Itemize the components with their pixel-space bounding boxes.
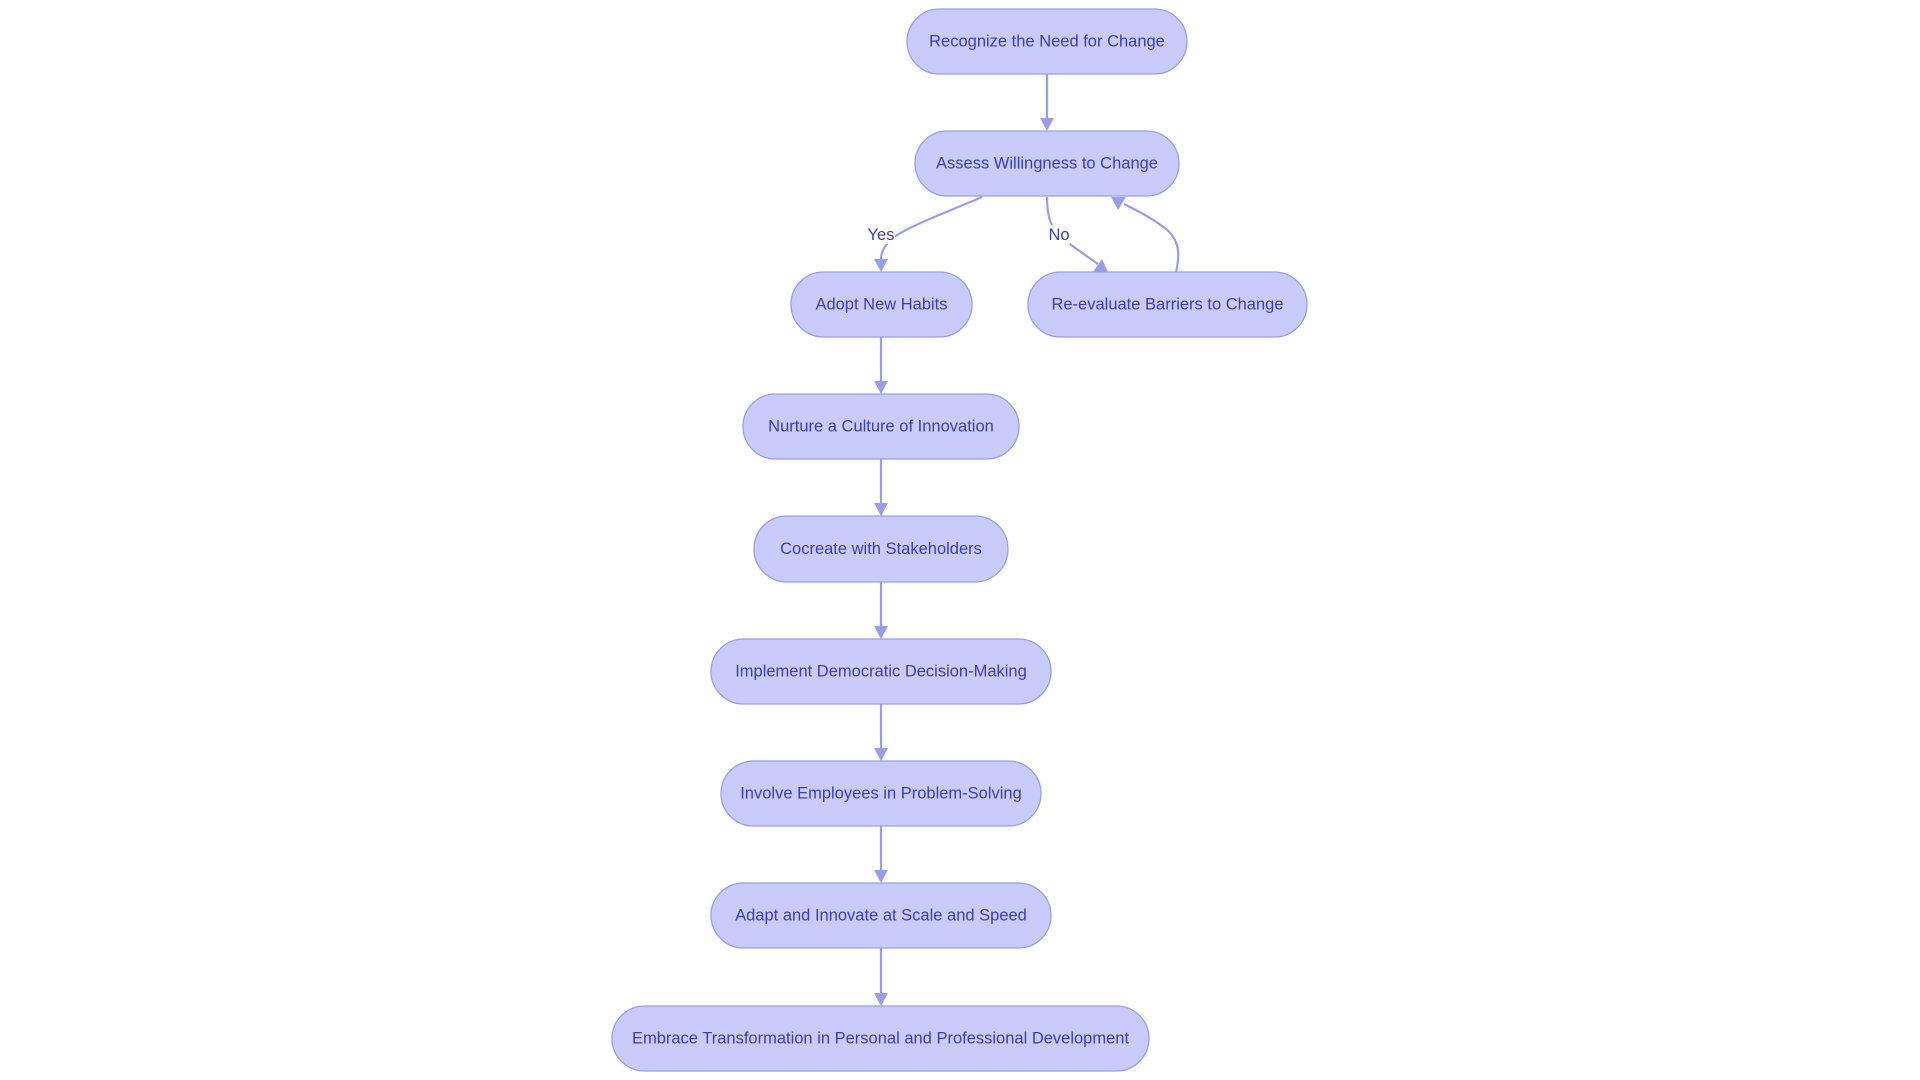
flowchart-diagram: Yes No Recognize the Need for Change Ass… bbox=[611, 8, 1308, 1072]
edge-line bbox=[1123, 203, 1180, 273]
node-label: Recognize the Need for Change bbox=[929, 33, 1165, 51]
arrowhead-icon bbox=[874, 993, 888, 1006]
node-implement-democratic-decision-making[interactable]: Implement Democratic Decision-Making bbox=[710, 638, 1052, 705]
node-label: Adopt New Habits bbox=[815, 296, 947, 314]
arrowhead-icon bbox=[1111, 197, 1126, 210]
edge-nurture-to-cocreate bbox=[874, 459, 888, 516]
node-cocreate-with-stakeholders[interactable]: Cocreate with Stakeholders bbox=[753, 515, 1009, 583]
node-label: Assess Willingness to Change bbox=[936, 155, 1158, 173]
node-nurture-culture-of-innovation[interactable]: Nurture a Culture of Innovation bbox=[742, 393, 1020, 460]
edge-reevaluate-to-assess bbox=[1111, 197, 1180, 273]
edge-adapt-to-embrace bbox=[874, 948, 888, 1006]
edge-label-text: Yes bbox=[868, 226, 895, 244]
edge-recognize-to-assess bbox=[1040, 74, 1054, 131]
edge-involve-to-adapt bbox=[874, 826, 888, 883]
edge-implement-to-involve bbox=[874, 704, 888, 761]
edge-label-no: No bbox=[1048, 225, 1070, 244]
node-label: Adapt and Innovate at Scale and Speed bbox=[735, 907, 1027, 925]
node-label: Involve Employees in Problem-Solving bbox=[740, 785, 1022, 803]
node-label: Embrace Transformation in Personal and P… bbox=[632, 1030, 1130, 1048]
node-label: Implement Democratic Decision-Making bbox=[735, 663, 1027, 681]
node-label: Nurture a Culture of Innovation bbox=[768, 418, 994, 436]
edge-cocreate-to-implement bbox=[874, 582, 888, 639]
node-label: Re-evaluate Barriers to Change bbox=[1051, 296, 1283, 314]
edge-line bbox=[879, 195, 983, 260]
arrowhead-icon bbox=[874, 626, 888, 639]
arrowhead-icon bbox=[1040, 118, 1054, 131]
node-recognize-need-for-change[interactable]: Recognize the Need for Change bbox=[906, 8, 1188, 75]
arrowhead-icon bbox=[874, 381, 888, 394]
node-embrace-transformation[interactable]: Embrace Transformation in Personal and P… bbox=[611, 1005, 1150, 1072]
edge-label-yes: Yes bbox=[868, 225, 895, 244]
node-adopt-new-habits[interactable]: Adopt New Habits bbox=[790, 271, 973, 338]
arrowhead-icon bbox=[874, 259, 888, 272]
node-involve-employees-in-problem-solving[interactable]: Involve Employees in Problem-Solving bbox=[720, 760, 1042, 827]
node-reevaluate-barriers[interactable]: Re-evaluate Barriers to Change bbox=[1027, 271, 1308, 338]
arrowhead-icon bbox=[874, 870, 888, 883]
node-adapt-and-innovate[interactable]: Adapt and Innovate at Scale and Speed bbox=[710, 882, 1052, 949]
arrowhead-icon bbox=[874, 503, 888, 516]
edge-adopt-to-nurture bbox=[874, 337, 888, 394]
node-label: Cocreate with Stakeholders bbox=[780, 540, 982, 558]
node-assess-willingness[interactable]: Assess Willingness to Change bbox=[914, 130, 1180, 197]
edge-label-text: No bbox=[1048, 226, 1069, 244]
arrowhead-icon bbox=[874, 748, 888, 761]
